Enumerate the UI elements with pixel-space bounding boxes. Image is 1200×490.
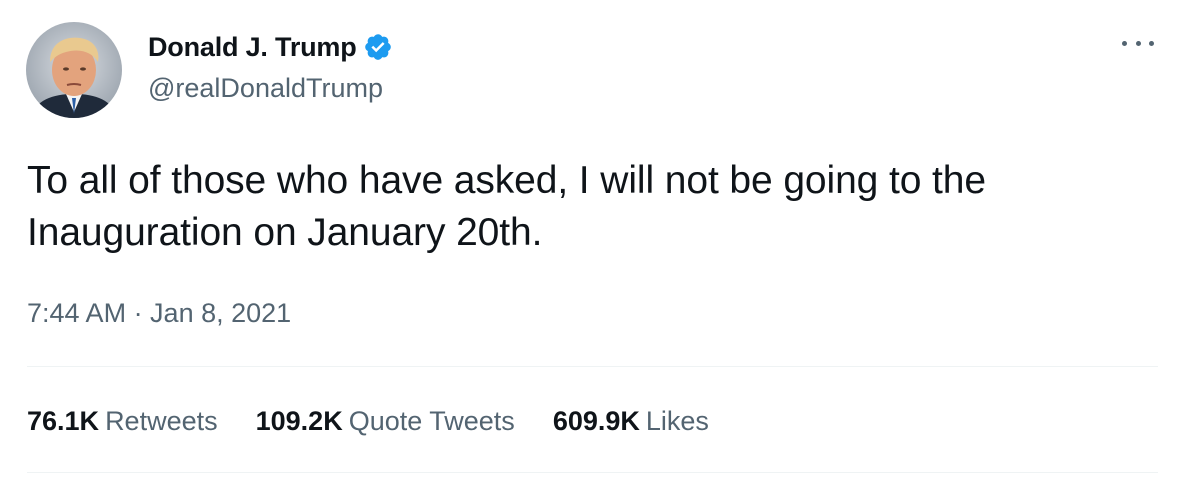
likes-label: Likes xyxy=(645,406,709,436)
dot xyxy=(1149,40,1154,46)
quote-tweets-label: Quote Tweets xyxy=(348,406,515,436)
tweet-stats: 76.1K Retweets 109.2K Quote Tweets 609.9K L… xyxy=(27,404,747,438)
retweets-count: 76.1K xyxy=(27,406,100,436)
divider xyxy=(27,472,1158,473)
tweet-card: Donald J. Trump @realDonaldTrump To all … xyxy=(0,0,1200,490)
tweet-timestamp[interactable]: 7:44 AM · Jan 8, 2021 xyxy=(27,298,291,329)
author-handle[interactable]: @realDonaldTrump xyxy=(148,73,383,104)
dot xyxy=(1122,40,1127,46)
display-name[interactable]: Donald J. Trump xyxy=(148,32,357,63)
quote-tweets-stat[interactable]: 109.2K Quote Tweets xyxy=(256,404,515,438)
likes-stat[interactable]: 609.9K Likes xyxy=(553,404,709,438)
retweets-stat[interactable]: 76.1K Retweets xyxy=(27,404,218,438)
verified-badge-icon xyxy=(363,32,393,62)
dot xyxy=(1135,40,1141,46)
avatar[interactable] xyxy=(26,22,122,118)
author-name-row: Donald J. Trump xyxy=(148,30,393,64)
divider xyxy=(27,366,1158,367)
more-options-icon[interactable] xyxy=(1122,33,1154,53)
quote-tweets-count: 109.2K xyxy=(255,406,343,436)
retweets-label: Retweets xyxy=(105,406,218,436)
tweet-text: To all of those who have asked, I will n… xyxy=(27,159,986,254)
likes-count: 609.9K xyxy=(552,406,640,436)
